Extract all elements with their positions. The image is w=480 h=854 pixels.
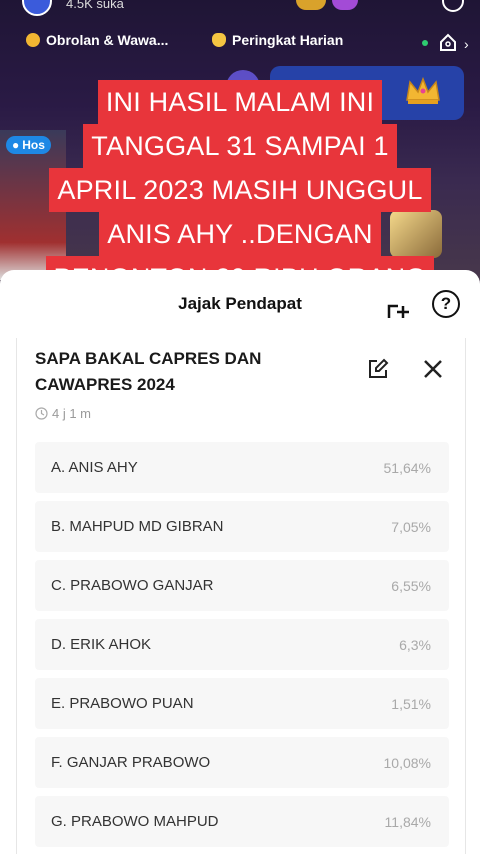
option-percent: 6,3% (399, 636, 431, 653)
live-nav-row: Obrolan & Wawa... Peringkat Harian (0, 28, 480, 56)
option-label: E. PRABOWO PUAN (51, 695, 194, 712)
nav-chat[interactable]: Obrolan & Wawa... (26, 32, 168, 48)
hand-icon (212, 33, 226, 47)
poll-option[interactable]: C. PRABOWO GANJAR 6,55% (35, 560, 449, 611)
option-percent: 10,08% (383, 754, 431, 771)
poll-option[interactable]: G. PRABOWO MAHPUD 11,84% (35, 796, 449, 847)
poll-title: SAPA BAKAL CAPRES DAN CAWAPRES 2024 (35, 349, 262, 394)
poll-option[interactable]: A. ANIS AHY 51,64% (35, 442, 449, 493)
viewer-avatar[interactable] (332, 0, 358, 10)
chat-icon (26, 33, 40, 47)
option-percent: 7,05% (391, 518, 431, 535)
option-percent: 1,51% (391, 695, 431, 712)
poll-sheet: Jajak Pendapat ? SAPA BAKAL CAPRES DAN C… (0, 270, 480, 854)
option-percent: 11,84% (384, 813, 431, 830)
option-label: D. ERIK AHOK (51, 636, 152, 653)
poll-card: SAPA BAKAL CAPRES DAN CAWAPRES 2024 4 j … (16, 338, 466, 854)
option-label: A. ANIS AHY (51, 459, 138, 476)
option-label: F. GANJAR PRABOWO (51, 754, 211, 771)
option-label: C. PRABOWO GANJAR (51, 577, 214, 594)
option-percent: 51,64% (383, 459, 431, 476)
viewer-avatar[interactable] (296, 0, 326, 10)
caption-line: INI HASIL MALAM INI (97, 80, 383, 124)
top-status-row: 4.5K suka (0, 0, 480, 18)
poll-options: A. ANIS AHY 51,64% B. MAHPUD MD GIBRAN 7… (35, 442, 449, 854)
nav-daily-ranking[interactable]: Peringkat Harian (212, 32, 343, 48)
home-icon[interactable] (438, 32, 458, 52)
option-label: G. PRABOWO MAHPUD (51, 813, 219, 830)
online-indicator (422, 40, 428, 46)
help-icon[interactable]: ? (432, 290, 460, 318)
caption-line: ANIS AHY ..DENGAN (99, 212, 381, 256)
poll-timer: 4 j 1 m (35, 406, 91, 421)
clock-icon (35, 407, 48, 420)
chevron-right-icon[interactable]: › (464, 36, 469, 52)
host-avatar[interactable] (22, 0, 52, 16)
poll-option[interactable]: E. PRABOWO PUAN 1,51% (35, 678, 449, 729)
poll-option[interactable]: B. MAHPUD MD GIBRAN 7,05% (35, 501, 449, 552)
overlay-caption: INI HASIL MALAM INI TANGGAL 31 SAMPAI 1 … (0, 80, 480, 300)
poll-time-text: 4 j 1 m (52, 406, 92, 421)
caption-line: APRIL 2023 MASIH UNGGUL (49, 168, 431, 212)
poll-option[interactable]: D. ERIK AHOK 6,3% (35, 619, 449, 670)
add-user-icon[interactable] (386, 296, 412, 320)
caption-line: TANGGAL 31 SAMPAI 1 (83, 124, 397, 168)
close-icon[interactable] (421, 357, 445, 381)
likes-count: 4.5K suka (66, 0, 124, 11)
poll-option[interactable]: F. GANJAR PRABOWO 10,08% (35, 737, 449, 788)
close-icon[interactable] (442, 0, 464, 12)
nav-ranking-label: Peringkat Harian (232, 32, 344, 48)
option-label: B. MAHPUD MD GIBRAN (51, 518, 224, 535)
nav-chat-label: Obrolan & Wawa... (46, 32, 169, 48)
edit-icon[interactable] (367, 358, 389, 380)
option-percent: 6,55% (391, 577, 431, 594)
